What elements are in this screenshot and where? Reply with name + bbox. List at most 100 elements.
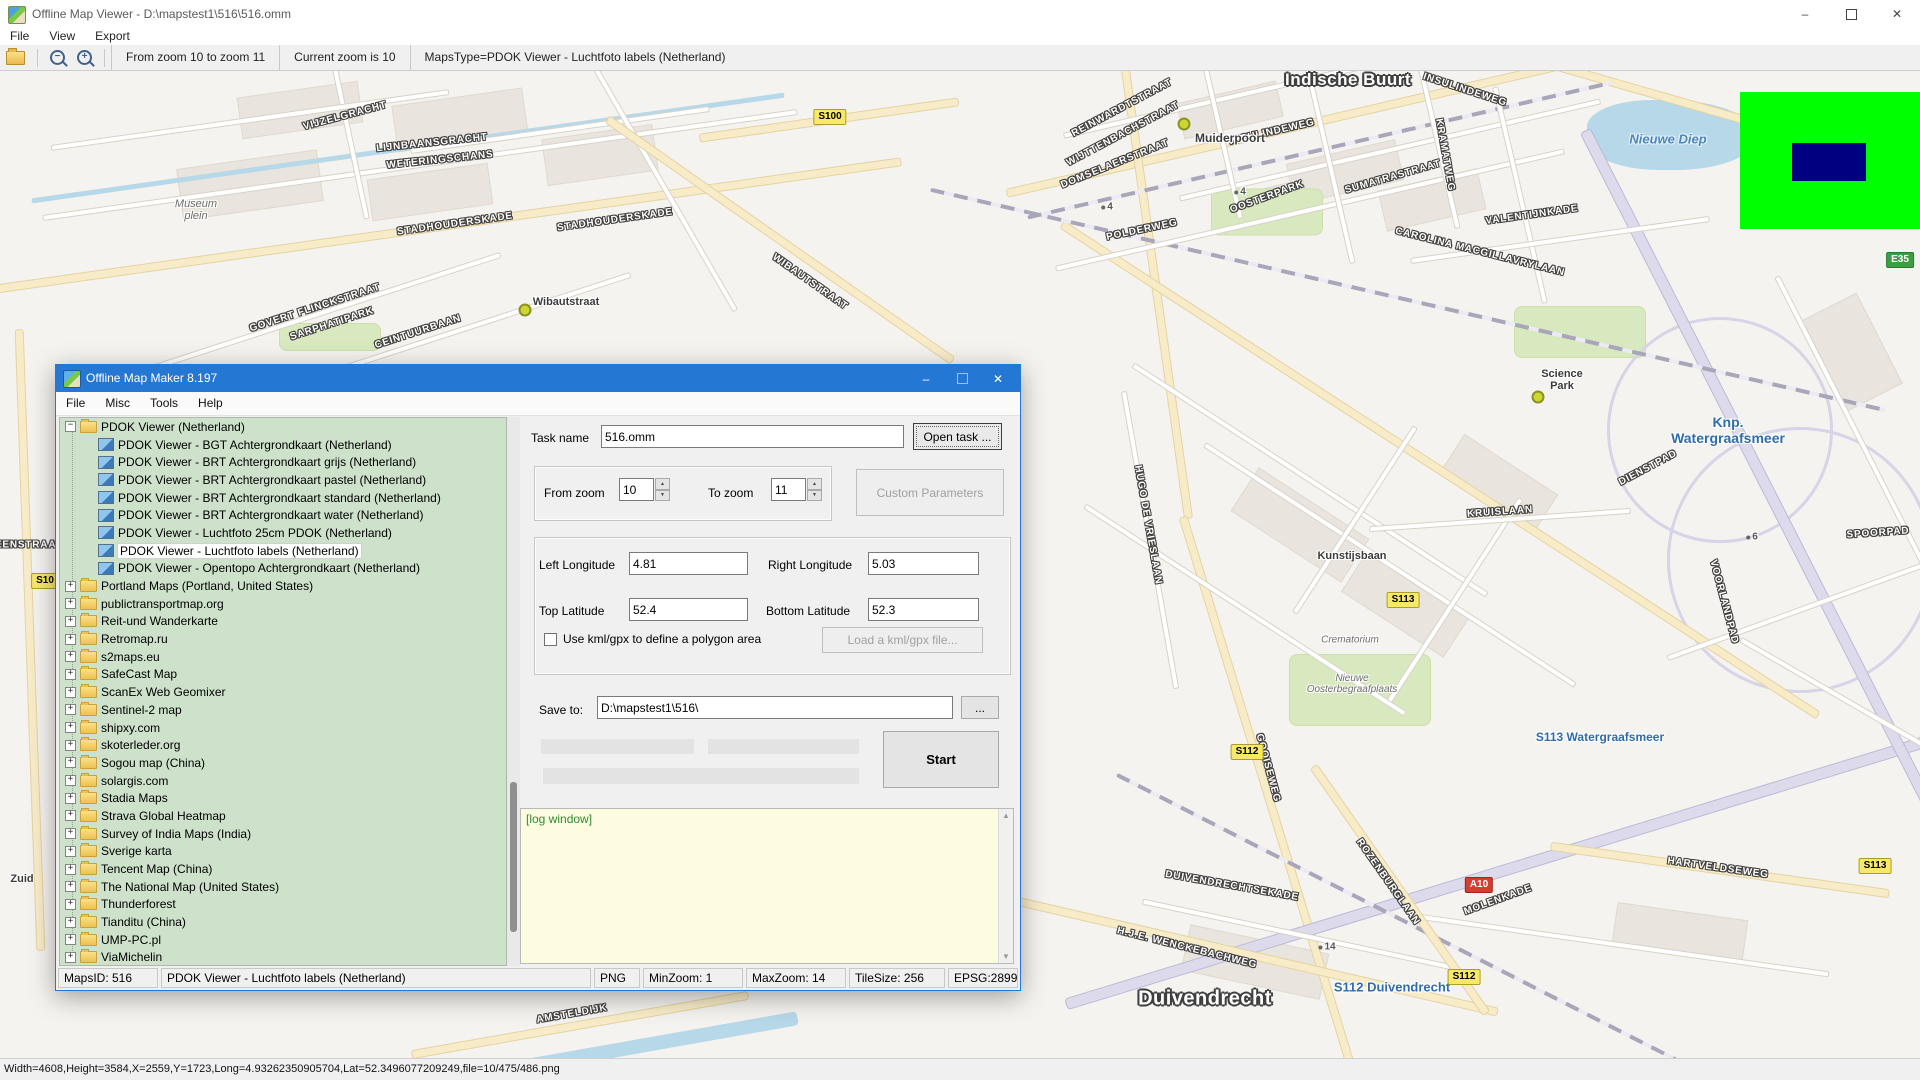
- dialog-menu-help[interactable]: Help: [188, 392, 233, 415]
- park-area: [279, 323, 381, 351]
- kml-polygon-checkbox[interactable]: [544, 633, 557, 646]
- zoom-out-icon[interactable]: −: [50, 50, 65, 65]
- tree-folder-tianditu-china[interactable]: +Tianditu (China): [60, 913, 506, 931]
- tree-item-brt-achtergrondkaart-grijs-netherland[interactable]: PDOK Viewer - BRT Achtergrondkaart grijs…: [60, 453, 506, 471]
- expand-icon[interactable]: +: [65, 899, 76, 910]
- tree-folder-solargis-com[interactable]: +solargis.com: [60, 772, 506, 790]
- tree-folder-tencent-map-china[interactable]: +Tencent Map (China): [60, 860, 506, 878]
- tree-folder-label: Stadia Maps: [101, 791, 168, 805]
- tree-folder-publictransportmap-org[interactable]: +publictransportmap.org: [60, 595, 506, 613]
- zoom-in-icon[interactable]: +: [77, 50, 92, 65]
- expand-icon[interactable]: +: [65, 828, 76, 839]
- scroll-down-icon[interactable]: ▼: [999, 952, 1013, 961]
- tree-folder-survey-of-india-maps-india[interactable]: +Survey of India Maps (India): [60, 825, 506, 843]
- tree-item-brt-achtergrondkaart-water-netherland[interactable]: PDOK Viewer - BRT Achtergrondkaart water…: [60, 506, 506, 524]
- tree-item-luchtfoto-25cm-pdok-netherland[interactable]: PDOK Viewer - Luchtfoto 25cm PDOK (Nethe…: [60, 524, 506, 542]
- expand-icon[interactable]: +: [65, 881, 76, 892]
- expand-icon[interactable]: +: [65, 810, 76, 821]
- tree-item-opentopo-achtergrondkaart-netherland[interactable]: PDOK Viewer - Opentopo Achtergrondkaart …: [60, 560, 506, 578]
- tree-folder-portland-maps-portland-united-states[interactable]: +Portland Maps (Portland, United States): [60, 577, 506, 595]
- expand-icon[interactable]: +: [65, 598, 76, 609]
- expand-icon[interactable]: +: [65, 864, 76, 875]
- spin-down-icon[interactable]: ▼: [655, 490, 670, 502]
- tree-item-brt-achtergrondkaart-pastel-netherland[interactable]: PDOK Viewer - BRT Achtergrondkaart paste…: [60, 471, 506, 489]
- tree-folder-skoterleder-org[interactable]: +skoterleder.org: [60, 736, 506, 754]
- spin-down-icon[interactable]: ▼: [807, 490, 822, 502]
- tree-scrollbar-thumb[interactable]: [510, 782, 517, 932]
- tree-folder-thunderforest[interactable]: +Thunderforest: [60, 896, 506, 914]
- dialog-menu-file[interactable]: File: [56, 392, 95, 415]
- tree-folder-reit-und-wanderkarte[interactable]: +Reit-und Wanderkarte: [60, 613, 506, 631]
- tree-folder-retromap-ru[interactable]: +Retromap.ru: [60, 630, 506, 648]
- from-zoom-input[interactable]: [619, 478, 654, 501]
- dialog-close-button[interactable]: ✕: [980, 365, 1016, 392]
- expand-icon[interactable]: +: [65, 775, 76, 786]
- tree-folder-strava-global-heatmap[interactable]: +Strava Global Heatmap: [60, 807, 506, 825]
- right-longitude-input[interactable]: [868, 552, 979, 575]
- tree-folder-viamichelin[interactable]: +ViaMichelin: [60, 949, 506, 966]
- expand-icon[interactable]: +: [65, 669, 76, 680]
- map-layer-icon: [98, 562, 114, 575]
- log-scrollbar[interactable]: ▲ ▼: [998, 809, 1013, 963]
- close-button[interactable]: ✕: [1874, 0, 1920, 28]
- spin-up-icon[interactable]: ▲: [807, 478, 822, 490]
- maximize-button[interactable]: [1828, 0, 1874, 28]
- browse-button[interactable]: ...: [961, 696, 999, 719]
- expand-icon[interactable]: +: [65, 846, 76, 857]
- expand-icon[interactable]: +: [65, 917, 76, 928]
- save-to-input[interactable]: [597, 696, 953, 719]
- open-folder-icon[interactable]: [6, 51, 25, 65]
- left-longitude-input[interactable]: [629, 552, 748, 575]
- expand-icon[interactable]: +: [65, 616, 76, 627]
- start-button[interactable]: Start: [883, 731, 999, 788]
- expand-icon[interactable]: +: [65, 581, 76, 592]
- from-zoom-spinner[interactable]: ▲▼: [655, 478, 670, 501]
- tree-item-brt-achtergrondkaart-standard-netherland[interactable]: PDOK Viewer - BRT Achtergrondkaart stand…: [60, 489, 506, 507]
- expand-icon[interactable]: +: [65, 740, 76, 751]
- tree-folder-s2maps-eu[interactable]: +s2maps.eu: [60, 648, 506, 666]
- minimize-button[interactable]: –: [1782, 0, 1828, 28]
- expand-icon[interactable]: +: [65, 952, 76, 963]
- tree-folder-sogou-map-china[interactable]: +Sogou map (China): [60, 754, 506, 772]
- dialog-maximize-button[interactable]: [944, 365, 980, 392]
- expand-icon[interactable]: +: [65, 757, 76, 768]
- tree-scrollbar[interactable]: [507, 417, 520, 966]
- tree-item-bgt-achtergrondkaart-netherland[interactable]: PDOK Viewer - BGT Achtergrondkaart (Neth…: [60, 436, 506, 454]
- task-name-input[interactable]: [601, 425, 904, 448]
- tree-folder-shipxy-com[interactable]: +shipxy.com: [60, 719, 506, 737]
- expand-icon[interactable]: +: [65, 704, 76, 715]
- expand-icon[interactable]: +: [65, 687, 76, 698]
- menu-export[interactable]: Export: [85, 28, 140, 45]
- tree-folder-scanex-web-geomixer[interactable]: +ScanEx Web Geomixer: [60, 683, 506, 701]
- expand-icon[interactable]: +: [65, 651, 76, 662]
- tree-folder-safecast-map[interactable]: +SafeCast Map: [60, 666, 506, 684]
- log-text: [log window]: [526, 812, 592, 826]
- spin-up-icon[interactable]: ▲: [655, 478, 670, 490]
- dialog-menu-misc[interactable]: Misc: [95, 392, 140, 415]
- menu-view[interactable]: View: [39, 28, 85, 45]
- expand-icon[interactable]: +: [65, 934, 76, 945]
- toolbar-separator: [104, 49, 105, 67]
- custom-parameters-button[interactable]: Custom Parameters: [856, 469, 1004, 516]
- dialog-menu-tools[interactable]: Tools: [140, 392, 188, 415]
- scroll-up-icon[interactable]: ▲: [999, 811, 1013, 820]
- top-latitude-input[interactable]: [629, 598, 748, 621]
- expand-icon[interactable]: +: [65, 722, 76, 733]
- to-zoom-spinner[interactable]: ▲▼: [807, 478, 822, 501]
- bottom-latitude-input[interactable]: [868, 598, 979, 621]
- menu-file[interactable]: File: [0, 28, 39, 45]
- tree-folder-the-national-map-united-states[interactable]: +The National Map (United States): [60, 878, 506, 896]
- dialog-minimize-button[interactable]: –: [908, 365, 944, 392]
- tree-item-luchtfoto-labels-netherland[interactable]: PDOK Viewer - Luchtfoto labels (Netherla…: [60, 542, 506, 560]
- to-zoom-input[interactable]: [771, 478, 806, 501]
- expand-icon[interactable]: +: [65, 793, 76, 804]
- tree-folder-ump-pc-pl[interactable]: +UMP-PC.pl: [60, 931, 506, 949]
- collapse-icon[interactable]: −: [65, 421, 76, 432]
- tree-root-pdok-viewer[interactable]: −PDOK Viewer (Netherland): [60, 418, 506, 436]
- tree-folder-stadia-maps[interactable]: + Stadia Maps: [60, 789, 506, 807]
- tree-folder-sverige-karta[interactable]: +Sverige karta: [60, 843, 506, 861]
- expand-icon[interactable]: +: [65, 634, 76, 645]
- open-task-button[interactable]: Open task ...: [913, 423, 1002, 450]
- tree-folder-sentinel-2-map[interactable]: +Sentinel-2 map: [60, 701, 506, 719]
- load-kml-button[interactable]: Load a kml/gpx file...: [822, 627, 983, 653]
